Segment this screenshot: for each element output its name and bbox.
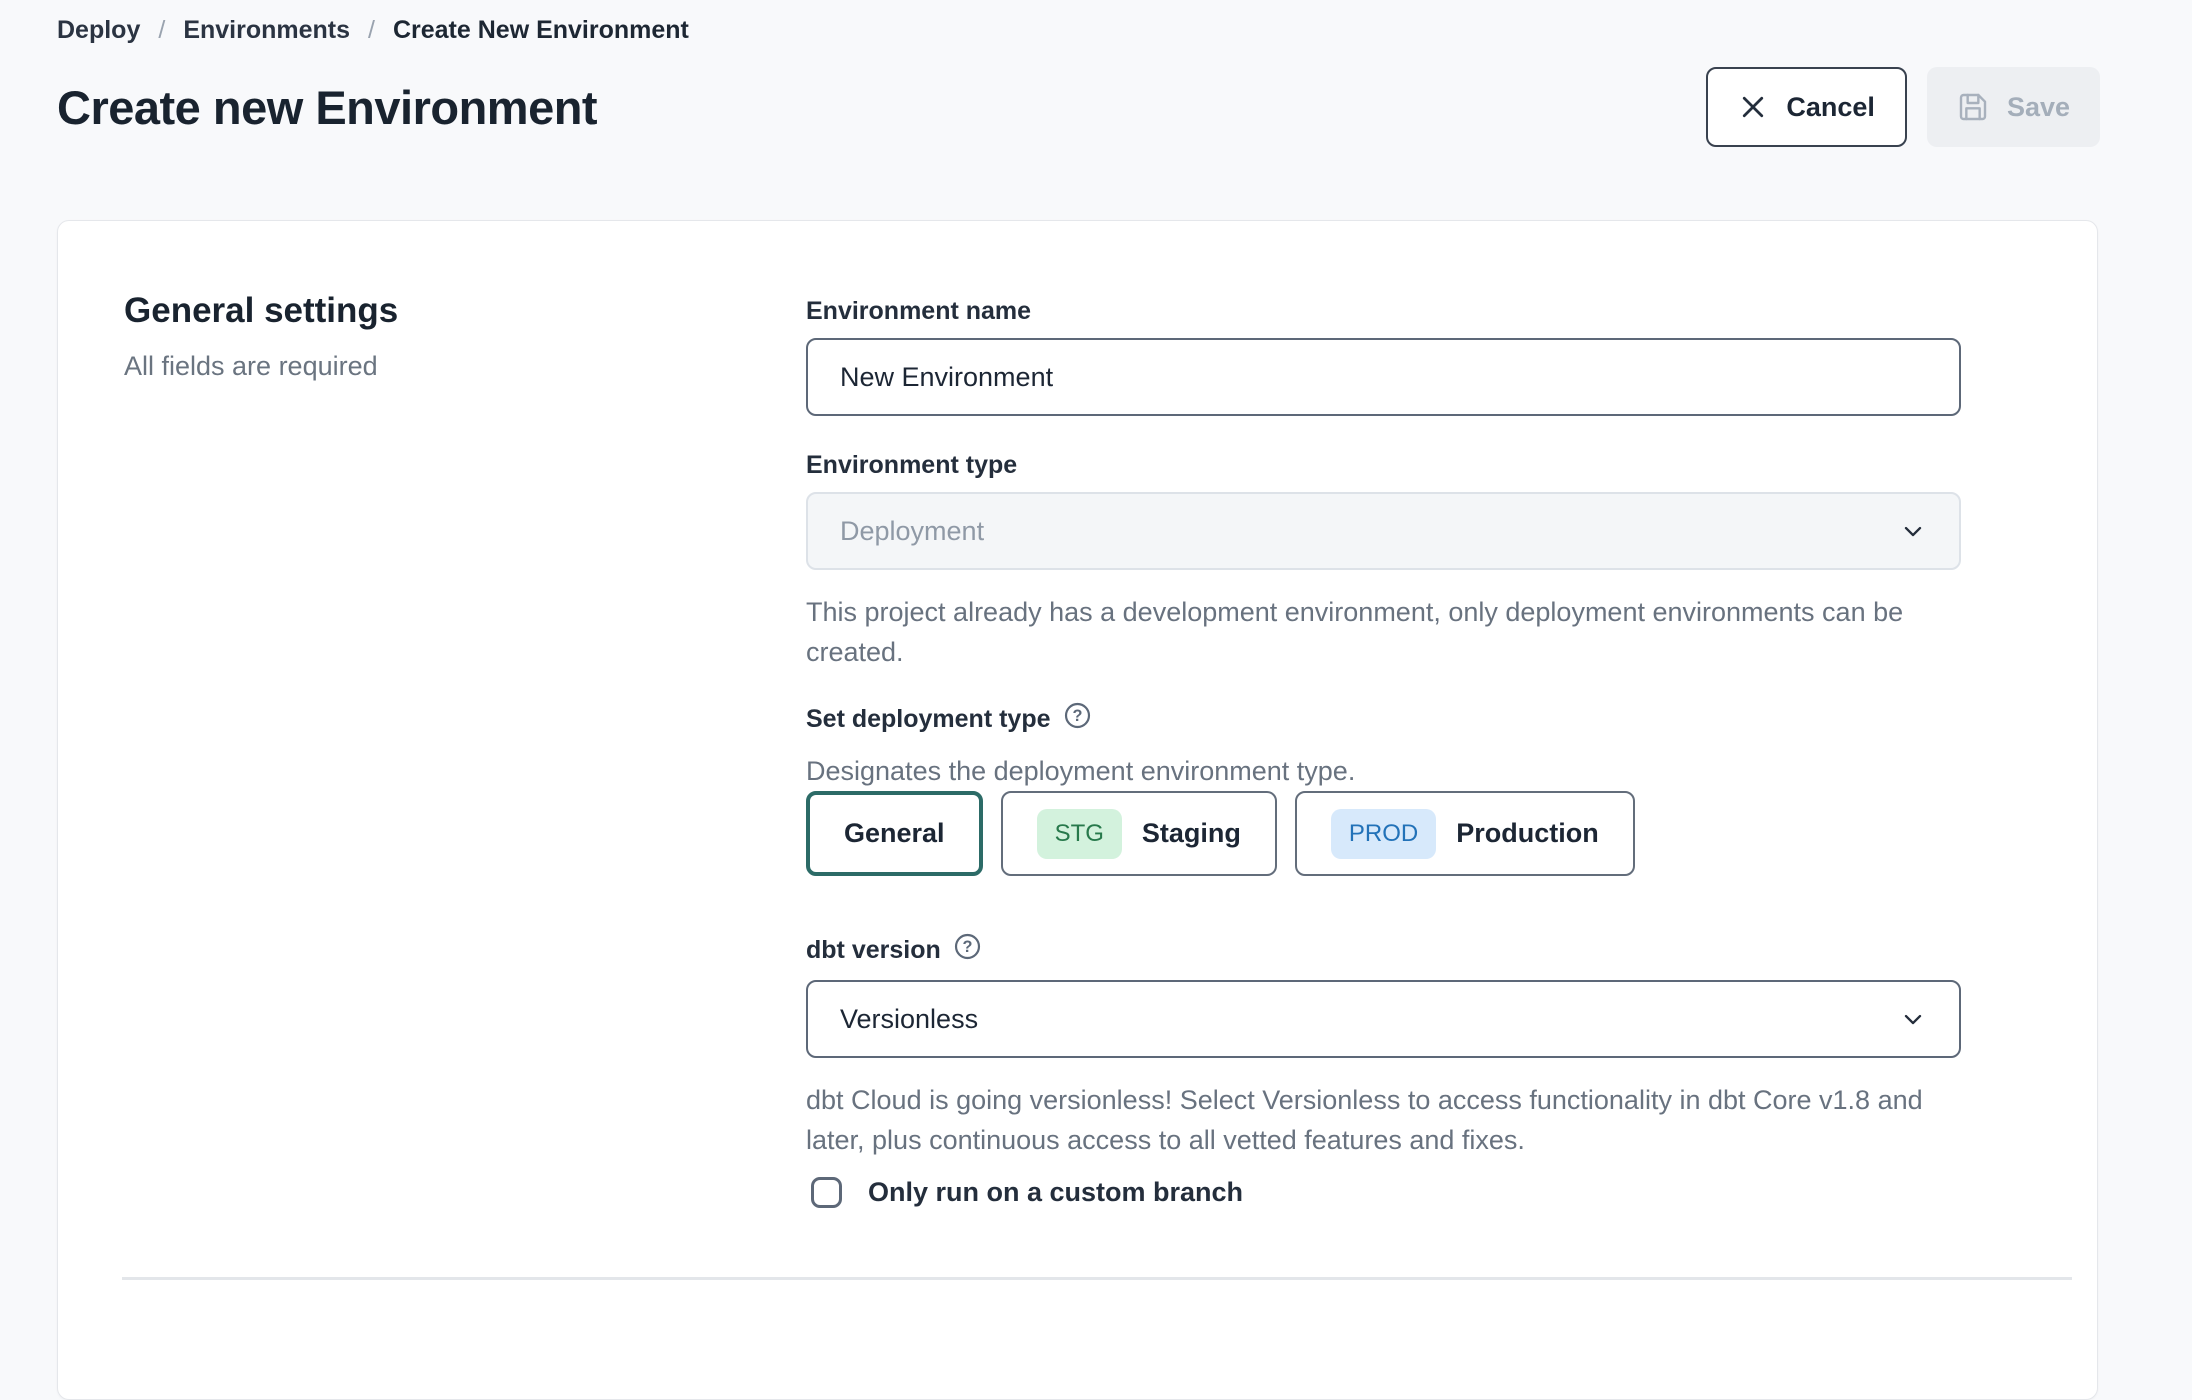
breadcrumb: Deploy / Environments / Create New Envir… [0, 0, 2192, 45]
svg-text:?: ? [1072, 707, 1082, 725]
deployment-type-options: General STG Staging PROD Production [806, 791, 1961, 876]
deployment-type-label: Set deployment type [806, 705, 1051, 734]
production-badge: PROD [1331, 809, 1436, 859]
dbt-version-select[interactable]: Versionless [806, 980, 1961, 1058]
dbt-version-value: Versionless [840, 1004, 978, 1035]
deployment-option-production-label: Production [1456, 818, 1599, 849]
deployment-option-general[interactable]: General [806, 791, 983, 876]
cancel-button-label: Cancel [1786, 92, 1875, 123]
deployment-option-general-label: General [844, 818, 945, 849]
chevron-down-icon [1899, 517, 1927, 545]
dbt-version-label: dbt version [806, 936, 941, 965]
custom-branch-label: Only run on a custom branch [868, 1177, 1243, 1208]
header-actions: Cancel Save [1706, 67, 2100, 147]
breadcrumb-separator: / [368, 16, 375, 45]
environment-type-select: Deployment [806, 492, 1961, 570]
general-settings-card: General settings All fields are required… [57, 220, 2098, 1400]
section-title: General settings [124, 291, 806, 331]
breadcrumb-separator: / [158, 16, 165, 45]
environment-type-label: Environment type [806, 451, 1961, 480]
staging-badge: STG [1037, 809, 1122, 859]
deployment-option-staging-label: Staging [1142, 818, 1241, 849]
chevron-down-icon [1899, 1005, 1927, 1033]
environment-name-label: Environment name [806, 297, 1961, 326]
close-icon [1738, 92, 1768, 122]
deployment-type-helper: Designates the deployment environment ty… [806, 751, 1961, 791]
section-divider [122, 1277, 2072, 1280]
environment-type-value: Deployment [840, 516, 984, 547]
dbt-version-helper: dbt Cloud is going versionless! Select V… [806, 1080, 1961, 1160]
help-icon[interactable]: ? [953, 932, 982, 968]
svg-text:?: ? [962, 938, 972, 956]
breadcrumb-current-page: Create New Environment [393, 16, 689, 45]
section-subtitle: All fields are required [124, 351, 806, 382]
page-title: Create new Environment [57, 80, 597, 135]
deployment-option-production[interactable]: PROD Production [1295, 791, 1635, 876]
breadcrumb-deploy[interactable]: Deploy [57, 16, 140, 45]
custom-branch-checkbox[interactable] [811, 1177, 842, 1208]
deployment-option-staging[interactable]: STG Staging [1001, 791, 1277, 876]
save-button: Save [1927, 67, 2100, 147]
save-button-label: Save [2007, 92, 2070, 123]
help-icon[interactable]: ? [1063, 701, 1092, 737]
breadcrumb-environments[interactable]: Environments [183, 16, 350, 45]
environment-name-input[interactable] [806, 338, 1961, 416]
environment-type-helper: This project already has a development e… [806, 592, 1961, 672]
save-icon [1957, 91, 1989, 123]
cancel-button[interactable]: Cancel [1706, 67, 1907, 147]
